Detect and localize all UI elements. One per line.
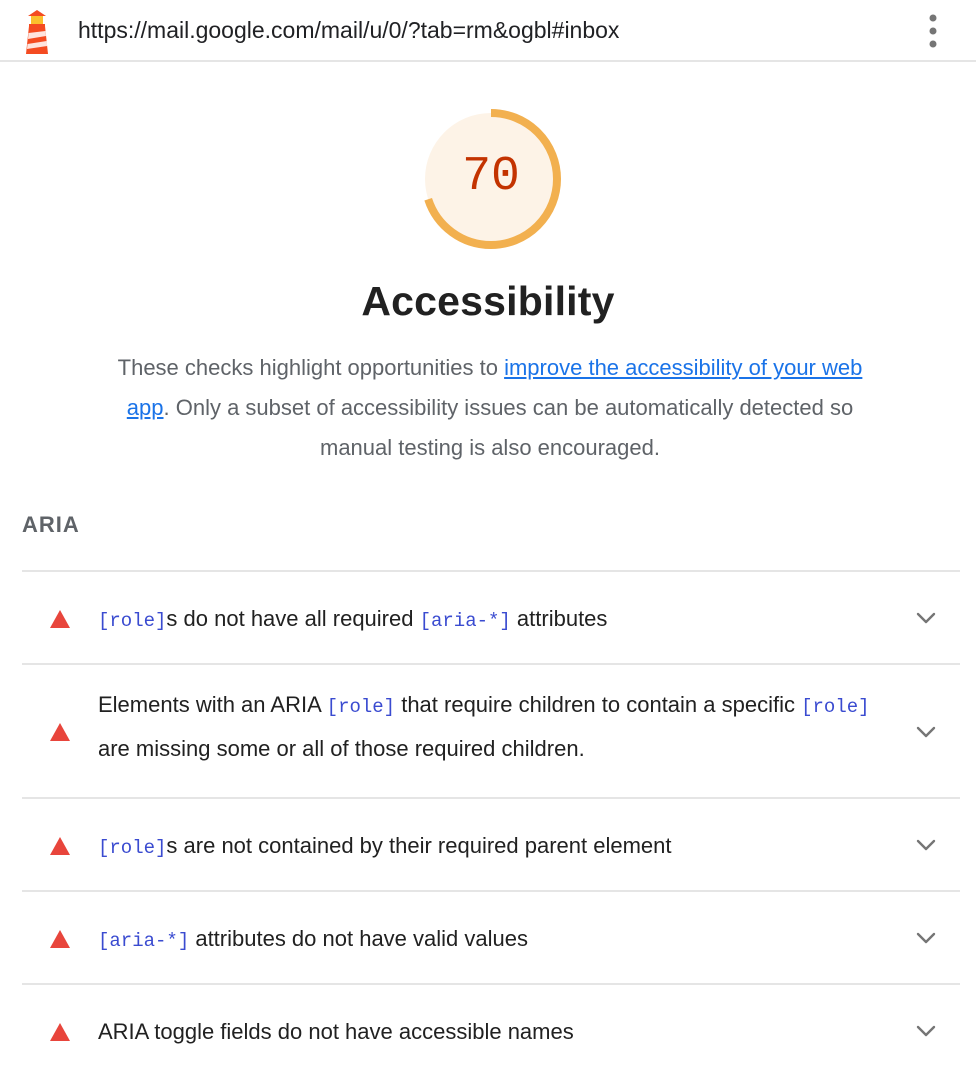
audit-row[interactable]: [role]s do not have all required [aria-*… — [22, 570, 960, 663]
description-prefix: These checks highlight opportunities to — [117, 355, 505, 380]
audit-row[interactable]: ARIA toggle fields do not have accessibl… — [22, 983, 960, 1076]
fail-triangle-icon — [50, 1023, 70, 1041]
audit-title: [role]s do not have all required [aria-*… — [98, 598, 880, 642]
audit-title: [role]s are not contained by their requi… — [98, 825, 880, 869]
kebab-menu-icon[interactable] — [918, 12, 948, 52]
audit-text: are missing some or all of those require… — [98, 736, 585, 761]
audit-title: Elements with an ARIA [role] that requir… — [98, 684, 880, 770]
audit-list: [role]s do not have all required [aria-*… — [22, 570, 960, 1076]
description-suffix: . Only a subset of accessibility issues … — [163, 395, 854, 460]
audit-code: [role] — [801, 696, 870, 718]
page-url: https://mail.google.com/mail/u/0/?tab=rm… — [78, 17, 620, 43]
lighthouse-icon — [26, 10, 48, 54]
audit-text: attributes do not have valid values — [189, 926, 528, 951]
audit-title: ARIA toggle fields do not have accessibl… — [98, 1011, 880, 1053]
audit-title: [aria-*] attributes do not have valid va… — [98, 918, 880, 962]
audit-code: [role] — [326, 696, 396, 718]
chevron-down-icon[interactable] — [916, 932, 936, 944]
audit-code: [role] — [98, 610, 167, 632]
audit-text: s are not contained by their required pa… — [166, 833, 672, 858]
chevron-down-icon[interactable] — [916, 1025, 936, 1037]
audit-text: that require children to contain a speci… — [395, 692, 802, 717]
fail-triangle-icon — [50, 930, 70, 948]
audit-text: ARIA toggle fields do not have accessibl… — [98, 1019, 574, 1044]
category-description: These checks highlight opportunities to … — [95, 348, 885, 468]
audit-code: [aria-*] — [98, 930, 190, 952]
audit-text: attributes — [510, 606, 608, 631]
chevron-down-icon[interactable] — [916, 839, 936, 851]
audit-row[interactable]: [aria-*] attributes do not have valid va… — [22, 890, 960, 983]
audit-text: s do not have all required — [166, 606, 420, 631]
audit-code: [aria-*] — [419, 610, 511, 632]
fail-triangle-icon — [50, 610, 70, 628]
fail-triangle-icon — [50, 837, 70, 855]
audit-text: Elements with an ARIA — [98, 692, 327, 717]
group-title: ARIA — [22, 512, 80, 537]
fail-triangle-icon — [50, 723, 70, 741]
score-value: 70 — [462, 150, 520, 204]
audit-row[interactable]: [role]s are not contained by their requi… — [22, 797, 960, 890]
top-bar: https://mail.google.com/mail/u/0/?tab=rm… — [0, 0, 976, 62]
chevron-down-icon[interactable] — [916, 612, 936, 624]
audit-code: [role] — [98, 837, 167, 859]
category-title: Accessibility — [361, 278, 615, 324]
audit-row[interactable]: Elements with an ARIA [role] that requir… — [22, 663, 960, 797]
chevron-down-icon[interactable] — [916, 726, 936, 738]
